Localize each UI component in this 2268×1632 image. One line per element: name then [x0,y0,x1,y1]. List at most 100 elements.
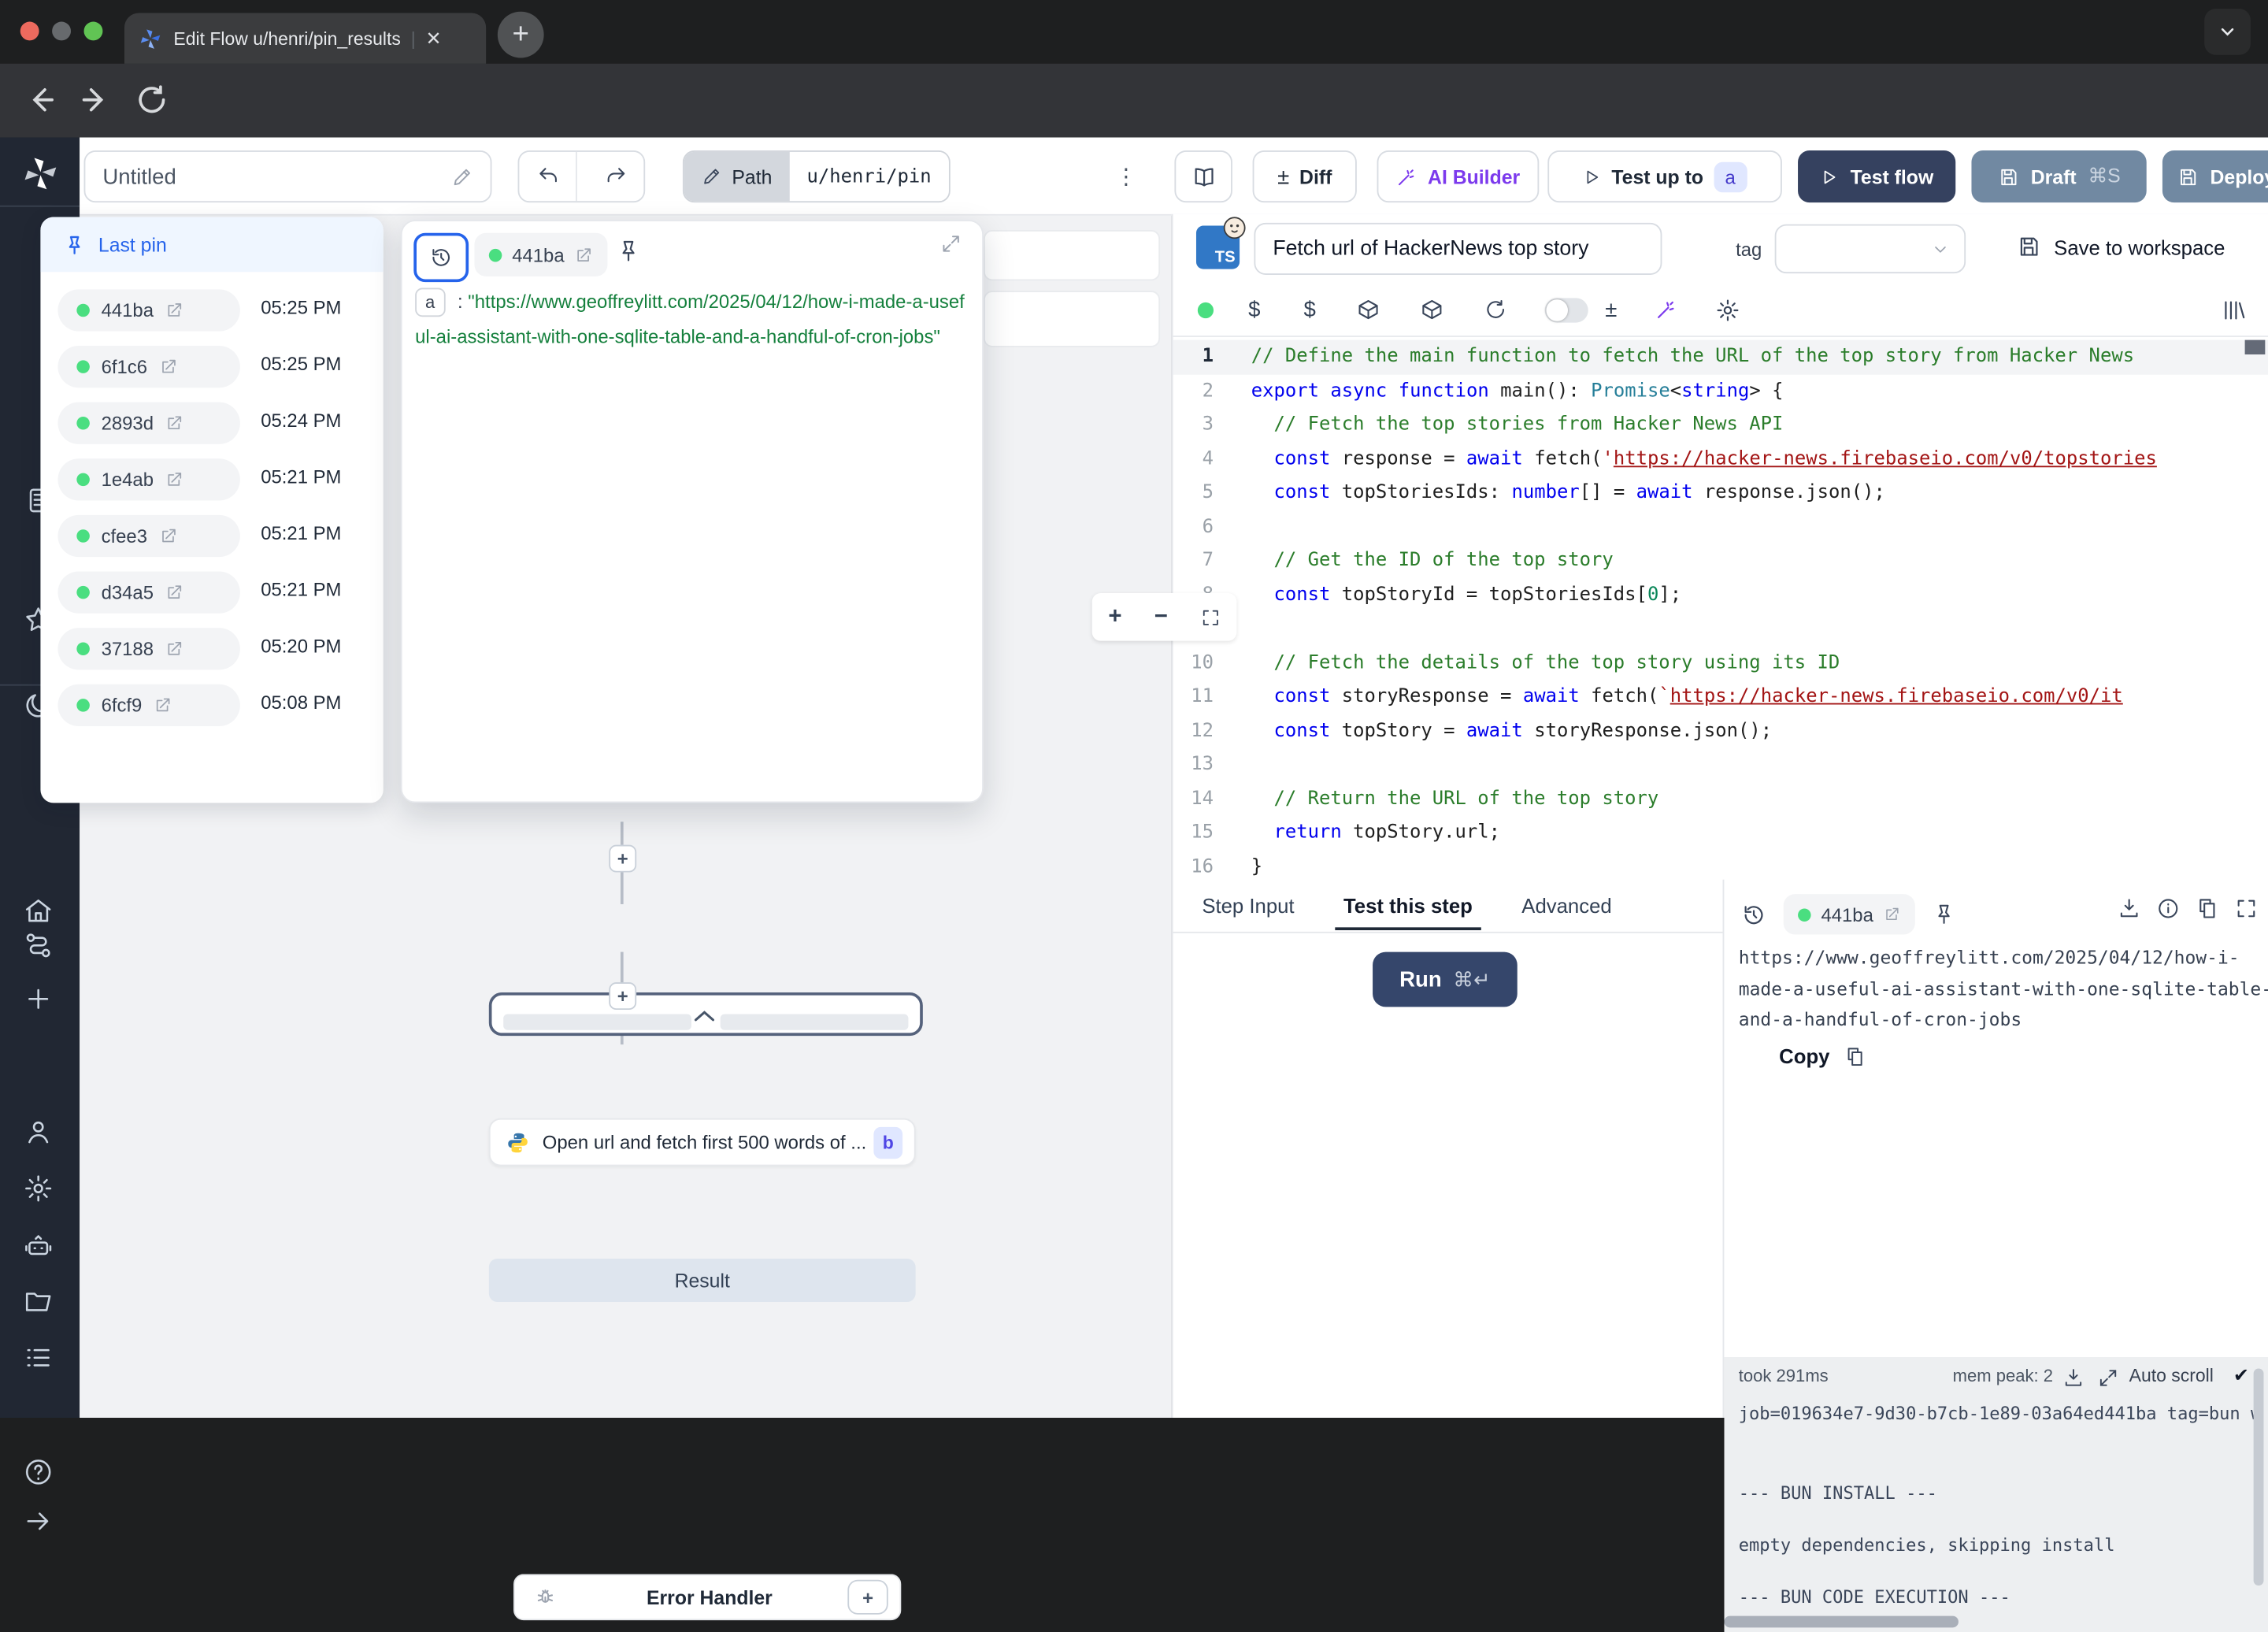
flow-node[interactable] [984,291,1160,347]
external-link-icon[interactable] [159,358,178,376]
code-line[interactable]: 9 [1173,612,2268,646]
pin-list-item[interactable]: 1e4ab05:21 PM [40,451,383,508]
pin-list-item[interactable]: 441ba05:25 PM [40,282,383,339]
minimize-window-button[interactable] [52,22,71,41]
browser-tab[interactable]: Edit Flow u/henri/pin_results | ✕ [124,13,486,64]
sidebar-user-icon[interactable] [23,1117,54,1148]
test-up-to-button[interactable]: Test up to a [1547,150,1782,202]
sidebar-route-icon[interactable] [23,930,54,962]
insert-step-button[interactable]: + [609,845,636,873]
code-line[interactable]: 14 // Return the URL of the top story [1173,782,2268,816]
flow-input-node[interactable] [984,230,1160,280]
download-logs-icon[interactable] [2062,1367,2085,1389]
code-line[interactable]: 16} [1173,850,2268,881]
pin-list-item[interactable]: 6fcf905:08 PM [40,677,383,734]
code-line[interactable]: 12 const topStory = await storyResponse.… [1173,714,2268,747]
sidebar-folder-icon[interactable] [23,1286,54,1318]
pin-icon[interactable] [616,239,640,263]
code-line[interactable]: 2export async function main(): Promise<s… [1173,374,2268,408]
save-to-workspace-button[interactable]: Save to workspace [2016,235,2225,259]
pin-list-item[interactable]: 6f1c605:25 PM [40,339,383,395]
external-link-icon[interactable] [159,527,178,546]
test-flow-button[interactable]: Test flow [1798,150,1955,202]
editor-settings-gear-icon[interactable] [1715,297,1740,321]
sidebar-plus-icon[interactable] [23,984,54,1015]
code-line[interactable]: 8 const topStoryId = topStoriesIds[0]; [1173,578,2268,612]
deploy-button[interactable]: Deploy [2162,150,2268,202]
insert-step-button[interactable]: + [609,982,636,1010]
code-line[interactable]: 6 [1173,510,2268,543]
sidebar-list-icon[interactable] [23,1342,54,1374]
undo-button[interactable] [519,152,576,201]
copy-button[interactable]: Copy [1779,1044,1866,1067]
external-link-icon[interactable] [165,583,184,602]
code-line[interactable]: 4 const response = await fetch('https://… [1173,442,2268,476]
external-link-icon[interactable] [1884,906,1901,923]
external-link-icon[interactable] [165,301,184,320]
external-link-icon[interactable] [165,640,184,658]
run-button[interactable]: Run ⌘↵ [1373,952,1518,1007]
maximize-window-button[interactable] [84,22,103,41]
flow-title-input[interactable]: Untitled [84,150,492,202]
run-id-pill[interactable]: 1e4ab [57,458,239,500]
path-control[interactable]: Path u/henri/pin [683,150,951,202]
new-tab-button[interactable]: + [498,12,544,58]
tag-select[interactable] [1775,224,1966,273]
tab-advanced[interactable]: Advanced [1521,894,1611,917]
code-line[interactable]: 11 const storyResponse = await fetch(`ht… [1173,680,2268,714]
vertical-scrollbar[interactable] [2254,1369,2264,1586]
zoom-out-icon[interactable]: − [1154,604,1168,630]
code-line[interactable]: 1// Define the main function to fetch th… [1173,340,2268,374]
code-editor[interactable]: 1// Define the main function to fetch th… [1173,336,2268,881]
pin-list-item[interactable]: 2893d05:24 PM [40,395,383,451]
result-run-pill[interactable]: 441ba [1784,894,1915,934]
more-options-icon[interactable]: ⋮ [1115,164,1137,190]
external-link-icon[interactable] [574,245,593,264]
horizontal-scrollbar[interactable] [1724,1616,1959,1628]
sidebar-gear-icon[interactable] [23,1174,54,1205]
expand-popup-icon[interactable] [940,233,962,255]
reload-icon[interactable] [1484,298,1506,321]
ai-builder-button[interactable]: AI Builder [1377,150,1540,202]
cost-icon[interactable]: $ [1304,297,1316,321]
close-window-button[interactable] [20,22,39,41]
zoom-in-icon[interactable]: + [1108,604,1121,630]
sidebar-help-icon[interactable] [23,1457,54,1489]
run-id-pill[interactable]: d34a5 [57,572,239,614]
test-up-to-step-badge[interactable]: a [1714,161,1747,192]
diff-toggle[interactable] [1544,297,1588,321]
sidebar-robot-icon[interactable] [23,1231,54,1263]
code-line[interactable]: 15 return topStory.url; [1173,816,2268,850]
code-line[interactable]: 5 const topStoriesIds: number[] = await … [1173,476,2268,510]
clipboard-icon[interactable] [2196,897,2218,920]
docs-button[interactable] [1174,150,1232,202]
run-id-pill[interactable]: 441ba [57,289,239,331]
windmill-logo[interactable] [22,155,60,193]
ai-assistant-icon[interactable] [1655,298,1677,321]
external-link-icon[interactable] [154,695,172,714]
step-summary-input[interactable]: Fetch url of HackerNews top story [1254,223,1662,275]
run-id-pill[interactable]: 6fcf9 [57,684,239,726]
run-id-pill[interactable]: 37188 [57,628,239,669]
back-button[interactable] [23,83,57,117]
reload-button[interactable] [135,83,169,117]
history-button[interactable] [413,233,469,282]
package-icon[interactable] [1420,298,1443,321]
pin-list-item[interactable]: cfee305:21 PM [40,508,383,565]
error-handler-node[interactable]: Error Handler + [513,1574,901,1620]
run-id-pill[interactable]: 2893d [57,402,239,444]
fit-view-icon[interactable] [1200,607,1221,628]
draft-button[interactable]: Draft ⌘S [1971,150,2146,202]
path-label-segment[interactable]: Path [684,152,790,201]
result-node[interactable]: Result [489,1259,916,1302]
pin-icon[interactable] [1933,903,1955,925]
plusminus-icon[interactable]: ± [1605,297,1617,321]
history-icon[interactable] [1741,902,1766,926]
code-line[interactable]: 13 [1173,748,2268,782]
minimap-slider[interactable] [2245,340,2266,354]
external-link-icon[interactable] [165,470,184,489]
code-line[interactable]: 10 // Fetch the details of the top story… [1173,646,2268,680]
code-line[interactable]: 7 // Get the ID of the top story [1173,544,2268,578]
run-id-pill[interactable]: 6f1c6 [57,346,239,388]
tab-test-this-step[interactable]: Test this step [1343,894,1473,917]
